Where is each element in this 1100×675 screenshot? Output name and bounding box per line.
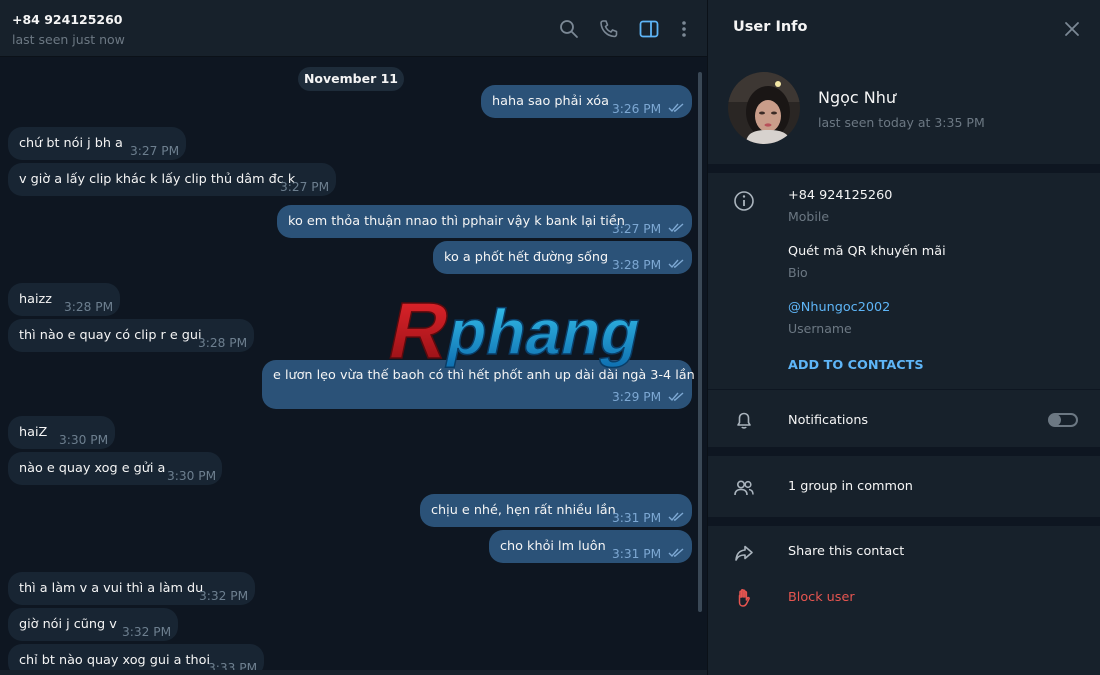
message-text: e lươn lẹo vừa thế baoh có thì hết phốt … xyxy=(273,368,695,383)
divider xyxy=(708,389,1100,390)
message-outgoing[interactable]: chịu e nhé, hẹn rất nhiều lần 3:31 PM xyxy=(420,494,692,527)
block-hand-icon xyxy=(738,589,750,607)
message-outgoing[interactable]: cho khỏi lm luôn 3:31 PM xyxy=(489,530,692,563)
message-time: 3:27 PM xyxy=(130,144,180,158)
message-incoming[interactable]: v giờ a lấy clip khác k lấy clip thủ dâm… xyxy=(8,163,336,196)
message-incoming[interactable]: haizz 3:28 PM xyxy=(8,283,120,316)
username-label: Username xyxy=(788,321,852,336)
divider xyxy=(708,447,1100,456)
chat-scrollbar[interactable] xyxy=(698,72,702,612)
message-text: ko em thỏa thuận nnao thì pphair vậy k b… xyxy=(288,214,625,229)
divider xyxy=(708,517,1100,526)
message-time: 3:30 PM xyxy=(59,433,109,447)
message-outgoing[interactable]: e lươn lẹo vừa thế baoh có thì hết phốt … xyxy=(262,360,695,409)
notifications-label[interactable]: Notifications xyxy=(788,413,868,428)
message-text: nào e quay xog e gửi a xyxy=(19,461,166,476)
message-time: 3:29 PM xyxy=(612,390,662,404)
message-incoming[interactable]: thì a làm v a vui thì a làm du 3:32 PM xyxy=(8,572,255,605)
message-time: 3:26 PM xyxy=(612,102,662,116)
date-separator: November 11 xyxy=(298,67,404,91)
share-icon xyxy=(735,545,753,561)
message-time: 3:27 PM xyxy=(280,180,330,194)
message-outgoing[interactable]: ko a phốt hết đường sống 3:28 PM xyxy=(433,241,692,274)
info-icon xyxy=(734,191,754,211)
avatar[interactable] xyxy=(728,72,800,144)
profile-name: Ngọc Như xyxy=(818,88,897,107)
divider xyxy=(708,164,1100,173)
message-time: 3:28 PM xyxy=(612,258,662,272)
phone-label: Mobile xyxy=(788,209,830,224)
message-time: 3:28 PM xyxy=(198,336,248,350)
double-check-icon xyxy=(668,392,684,402)
add-to-contacts-button[interactable]: ADD TO CONTACTS xyxy=(788,358,924,373)
message-text: chứ bt nói j bh a xyxy=(19,136,123,151)
message-incoming[interactable]: haiZ 3:30 PM xyxy=(8,416,115,449)
search-icon[interactable] xyxy=(558,18,580,40)
chat-area: +84 924125260 last seen just now Novembe… xyxy=(0,0,707,675)
user-info-panel: User Info Ngọc Như last seen today at 3:… xyxy=(707,0,1100,675)
message-text: haiZ xyxy=(19,425,48,440)
profile-last-seen: last seen today at 3:35 PM xyxy=(818,115,985,130)
message-text: chịu e nhé, hẹn rất nhiều lần xyxy=(431,503,616,518)
double-check-icon xyxy=(668,223,684,233)
double-check-icon xyxy=(668,512,684,522)
share-contact-button[interactable]: Share this contact xyxy=(788,544,904,559)
message-time: 3:31 PM xyxy=(612,547,662,561)
double-check-icon xyxy=(668,103,684,113)
block-user-button[interactable]: Block user xyxy=(788,590,855,605)
username-link[interactable]: @Nhungoc2002 xyxy=(788,300,890,315)
message-time: 3:30 PM xyxy=(167,469,217,483)
composer-edge xyxy=(0,670,707,675)
message-text: haha sao phải xóa xyxy=(492,94,609,109)
message-time: 3:32 PM xyxy=(122,625,172,639)
message-incoming[interactable]: thì nào e quay có clip r e gui 3:28 PM xyxy=(8,319,254,352)
message-outgoing[interactable]: haha sao phải xóa 3:26 PM xyxy=(481,85,692,118)
message-text: thì nào e quay có clip r e gui xyxy=(19,328,202,343)
message-incoming[interactable]: giờ nói j cũng v 3:32 PM xyxy=(8,608,178,641)
message-outgoing[interactable]: ko em thỏa thuận nnao thì pphair vậy k b… xyxy=(277,205,692,238)
double-check-icon xyxy=(668,548,684,558)
notifications-toggle[interactable] xyxy=(1048,413,1078,427)
chat-header[interactable]: +84 924125260 last seen just now xyxy=(0,0,707,57)
message-time: 3:27 PM xyxy=(612,222,662,236)
chat-status: last seen just now xyxy=(12,32,125,47)
bell-icon xyxy=(737,412,751,429)
phone-number[interactable]: +84 924125260 xyxy=(788,188,892,203)
groups-in-common[interactable]: 1 group in common xyxy=(788,479,913,494)
message-text: haizz xyxy=(19,292,52,307)
message-incoming[interactable]: nào e quay xog e gửi a 3:30 PM xyxy=(8,452,222,485)
message-incoming[interactable]: chứ bt nói j bh a 3:27 PM xyxy=(8,127,186,160)
more-options-icon[interactable] xyxy=(673,18,695,40)
panel-title: User Info xyxy=(733,19,808,35)
message-text: thì a làm v a vui thì a làm du xyxy=(19,581,204,596)
double-check-icon xyxy=(668,259,684,269)
chat-title[interactable]: +84 924125260 xyxy=(12,12,123,27)
message-text: v giờ a lấy clip khác k lấy clip thủ dâm… xyxy=(19,172,296,187)
message-text: ko a phốt hết đường sống xyxy=(444,250,609,265)
sidebar-toggle-icon[interactable] xyxy=(638,18,660,40)
phone-icon[interactable] xyxy=(598,18,620,40)
toggle-knob xyxy=(1049,414,1061,426)
message-list[interactable]: November 11 haha sao phải xóa 3:26 PM ch… xyxy=(0,57,707,675)
message-text: cho khỏi lm luôn xyxy=(500,539,606,554)
message-text: giờ nói j cũng v xyxy=(19,617,117,632)
close-icon[interactable] xyxy=(1063,20,1081,38)
group-icon xyxy=(734,480,754,496)
bio-label: Bio xyxy=(788,265,808,280)
message-time: 3:32 PM xyxy=(199,589,249,603)
message-time: 3:28 PM xyxy=(64,300,114,314)
message-time: 3:31 PM xyxy=(612,511,662,525)
bio-text[interactable]: Quét mã QR khuyến mãi xyxy=(788,244,946,259)
